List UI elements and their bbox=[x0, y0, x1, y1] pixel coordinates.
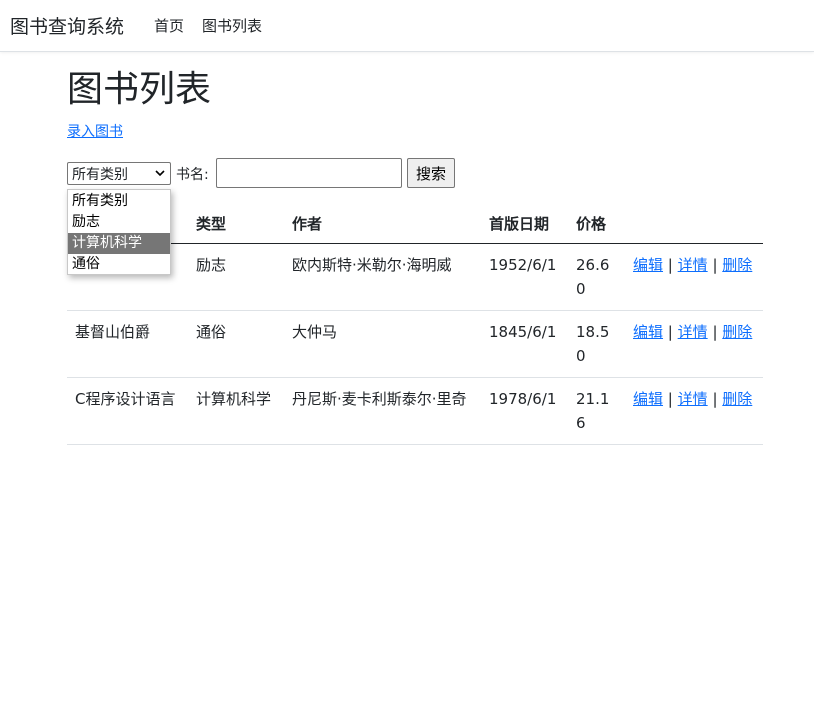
nav-home-link[interactable]: 首页 bbox=[154, 15, 184, 36]
cell-author: 欧内斯特·米勒尔·海明威 bbox=[284, 243, 481, 311]
cell-date: 1952/6/1 bbox=[481, 243, 568, 311]
cell-type: 通俗 bbox=[188, 310, 284, 378]
cell-actions: 编辑 | 详情 | 删除 bbox=[625, 243, 763, 311]
chevron-down-icon bbox=[155, 170, 165, 177]
delete-link[interactable]: 删除 bbox=[722, 390, 752, 408]
column-header-price: 价格 bbox=[568, 204, 625, 244]
table-row: C程序设计语言 计算机科学 丹尼斯·麦卡利斯泰尔·里奇 1978/6/1 21.16 编辑… bbox=[67, 377, 763, 445]
dropdown-option[interactable]: 计算机科学 bbox=[68, 233, 170, 254]
book-name-label: 书名: bbox=[176, 167, 209, 183]
action-separator: | bbox=[712, 390, 718, 408]
details-link[interactable]: 详情 bbox=[678, 390, 708, 408]
delete-link[interactable]: 删除 bbox=[722, 256, 752, 274]
details-link[interactable]: 详情 bbox=[678, 256, 708, 274]
cell-actions: 编辑 | 详情 | 删除 bbox=[625, 377, 763, 445]
column-header-actions bbox=[625, 204, 763, 244]
navbar: 图书查询系统 首页 图书列表 bbox=[0, 0, 814, 52]
action-separator: | bbox=[712, 256, 718, 274]
action-separator: | bbox=[712, 323, 718, 341]
books-table: 类型 作者 首版日期 价格 老人与海励志欧内斯特·米勒尔·海明威1952/6/1… bbox=[67, 204, 763, 445]
column-header-author: 作者 bbox=[284, 204, 481, 244]
nav-book-list-link[interactable]: 图书列表 bbox=[202, 15, 262, 36]
cell-price: 26.60 bbox=[568, 243, 625, 311]
cell-date: 1845/6/1 bbox=[481, 310, 568, 378]
dropdown-option[interactable]: 所有类别 bbox=[68, 191, 170, 212]
column-header-date: 首版日期 bbox=[481, 204, 568, 244]
dropdown-option[interactable]: 通俗 bbox=[68, 254, 170, 275]
column-header-type: 类型 bbox=[188, 204, 284, 244]
cell-name: 基督山伯爵 bbox=[67, 310, 188, 378]
category-select[interactable]: 所有类别 bbox=[67, 162, 171, 185]
cell-price: 18.50 bbox=[568, 310, 625, 378]
page-title: 图书列表 bbox=[67, 69, 212, 110]
cell-actions: 编辑 | 详情 | 删除 bbox=[625, 310, 763, 378]
cell-name: C程序设计语言 bbox=[67, 377, 188, 445]
edit-link[interactable]: 编辑 bbox=[633, 390, 663, 408]
category-select-value: 所有类别 bbox=[72, 167, 128, 183]
cell-date: 1978/6/1 bbox=[481, 377, 568, 445]
delete-link[interactable]: 删除 bbox=[722, 323, 752, 341]
cell-type: 励志 bbox=[188, 243, 284, 311]
edit-link[interactable]: 编辑 bbox=[633, 256, 663, 274]
brand-link[interactable]: 图书查询系统 bbox=[10, 12, 124, 39]
cell-type: 计算机科学 bbox=[188, 377, 284, 445]
table-row: 老人与海励志欧内斯特·米勒尔·海明威1952/6/126.60编辑 | 详情 |… bbox=[67, 243, 763, 311]
action-separator: | bbox=[667, 256, 673, 274]
cell-author: 丹尼斯·麦卡利斯泰尔·里奇 bbox=[284, 377, 481, 445]
book-name-input[interactable] bbox=[216, 158, 402, 188]
add-book-link[interactable]: 录入图书 bbox=[67, 121, 123, 141]
search-button[interactable]: 搜索 bbox=[407, 158, 455, 188]
action-separator: | bbox=[667, 390, 673, 408]
category-dropdown-list: 所有类别 励志 计算机科学 通俗 bbox=[67, 189, 171, 275]
action-separator: | bbox=[667, 323, 673, 341]
edit-link[interactable]: 编辑 bbox=[633, 323, 663, 341]
details-link[interactable]: 详情 bbox=[678, 323, 708, 341]
table-row: 基督山伯爵 通俗 大仲马 1845/6/1 18.50 编辑 | 详情 | 删除 bbox=[67, 310, 763, 378]
cell-price: 21.16 bbox=[568, 377, 625, 445]
cell-author: 大仲马 bbox=[284, 310, 481, 378]
table-header-row: 类型 作者 首版日期 价格 bbox=[67, 204, 763, 244]
dropdown-option[interactable]: 励志 bbox=[68, 212, 170, 233]
